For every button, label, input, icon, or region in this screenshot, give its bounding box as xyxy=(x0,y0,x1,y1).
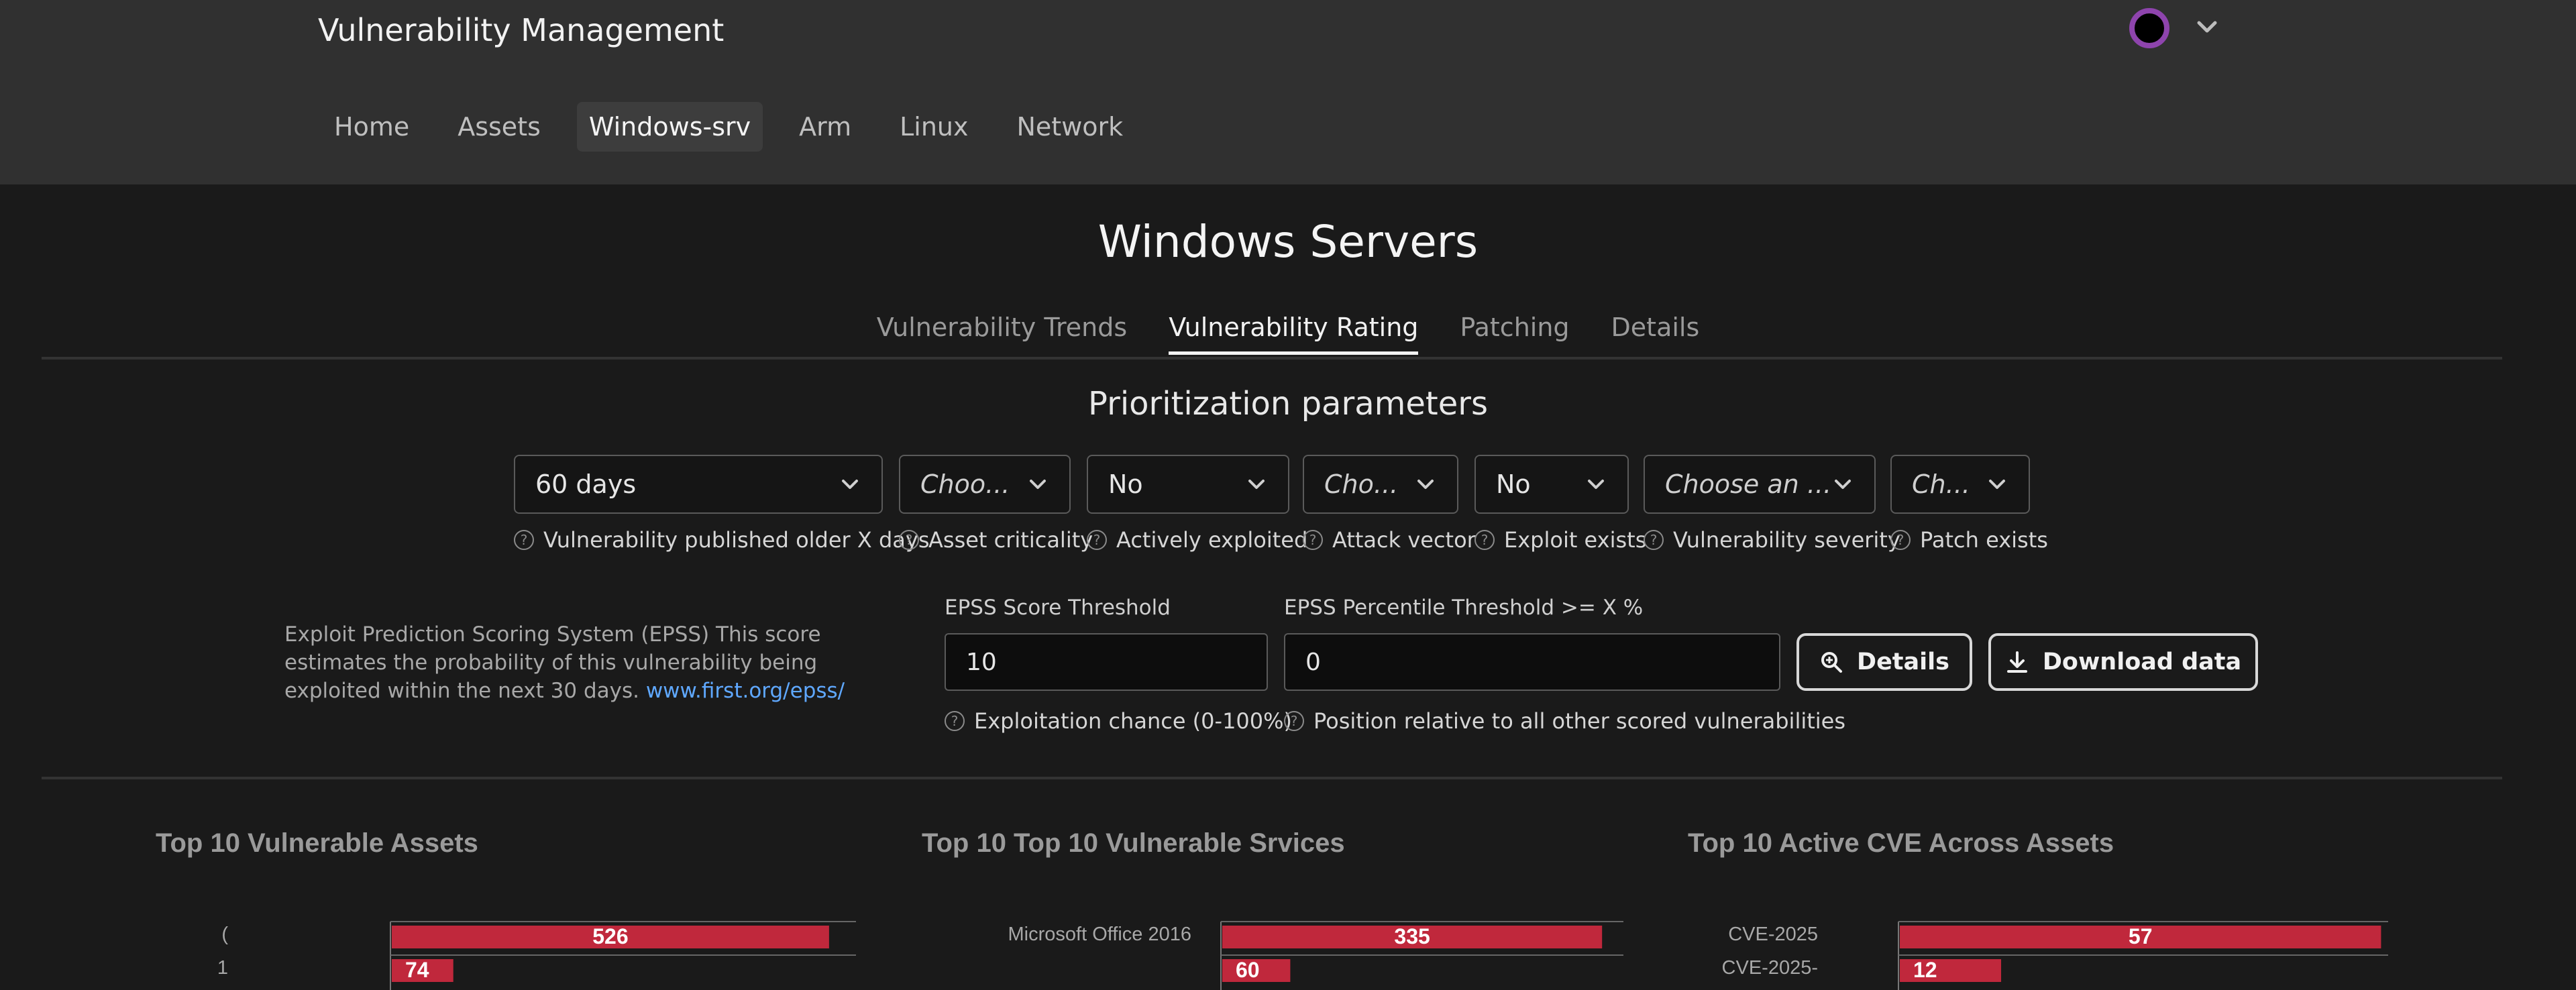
search-icon xyxy=(1821,652,1843,673)
nav-item-arm[interactable]: Arm xyxy=(787,102,863,152)
bar-value-label: 335 xyxy=(1394,924,1430,948)
sub-tabs: Vulnerability Trends Vulnerability Rating… xyxy=(0,313,2576,355)
chevron-down-icon xyxy=(842,480,858,489)
bar-value-label: 74 xyxy=(405,958,429,982)
epss-percentile-hint: ? Position relative to all other scored … xyxy=(1284,708,1845,734)
chevron-down-icon xyxy=(1248,480,1265,489)
exploit-exists-hint-text: Exploit exists xyxy=(1504,527,1647,553)
tab-details[interactable]: Details xyxy=(1611,313,1700,355)
chart-title-cve: Top 10 Active CVE Across Assets xyxy=(1688,828,2114,858)
published-days-value: 60 days xyxy=(535,470,637,499)
category-label: Microsoft Office 2016 xyxy=(1008,924,1191,945)
exploit-exists-select[interactable]: No xyxy=(1474,455,1629,514)
help-icon: ? xyxy=(1284,711,1304,731)
actively-exploited-select[interactable]: No xyxy=(1087,455,1289,514)
download-button-label: Download data xyxy=(2042,649,2242,675)
epss-score-hint: ? Exploitation chance (0-100%) xyxy=(945,708,1292,734)
download-data-button[interactable]: Download data xyxy=(1988,633,2258,691)
published-days-hint: ? Vulnerability published older X days xyxy=(514,527,930,553)
help-icon: ? xyxy=(1303,530,1323,550)
page-title: Windows Servers xyxy=(1097,216,1479,268)
vulnerability-severity-select[interactable]: Choose an ... xyxy=(1644,455,1876,514)
chart-title-assets: Top 10 Vulnerable Assets xyxy=(156,828,478,858)
chart-vulnerable-services: 335 Microsoft Office 2016 60 xyxy=(1008,921,1623,990)
asset-criticality-hint-text: Asset criticality xyxy=(928,527,1093,553)
avatar[interactable] xyxy=(2129,8,2169,48)
epss-score-hint-text: Exploitation chance (0-100%) xyxy=(974,708,1293,734)
chevron-down-icon[interactable] xyxy=(2194,13,2220,40)
actively-exploited-hint: ? Actively exploited xyxy=(1087,527,1307,553)
chevron-down-icon xyxy=(1030,480,1046,489)
exploit-exists-hint: ? Exploit exists xyxy=(1474,527,1646,553)
epss-percentile-label: EPSS Percentile Threshold >= X % xyxy=(1284,596,1644,620)
chevron-down-icon xyxy=(1588,480,1604,489)
chart-title-services: Top 10 Top 10 Vulnerable Srvices xyxy=(922,828,1345,858)
help-icon: ? xyxy=(1644,530,1664,550)
epss-percentile-hint-text: Position relative to all other scored vu… xyxy=(1313,708,1846,734)
published-days-select[interactable]: 60 days xyxy=(514,455,883,514)
asset-criticality-hint: ? Asset criticality xyxy=(899,527,1093,553)
details-button[interactable]: Details xyxy=(1796,633,1972,691)
nav-item-linux[interactable]: Linux xyxy=(888,102,980,152)
epss-percentile-input[interactable] xyxy=(1284,633,1780,691)
help-icon: ? xyxy=(1890,530,1911,550)
category-label: CVE-2025 xyxy=(1728,924,1818,945)
help-icon: ? xyxy=(945,711,965,731)
patch-exists-value: Ch... xyxy=(1912,470,1970,499)
bar-value-label: 60 xyxy=(1236,958,1260,982)
vulnerability-severity-hint-text: Vulnerability severity xyxy=(1673,527,1900,553)
attack-vector-select[interactable]: Cho... xyxy=(1303,455,1458,514)
category-label: ( xyxy=(221,924,228,945)
chart-active-cve: 57 CVE-2025 12 CVE-2025- xyxy=(1722,921,2388,990)
vulnerability-severity-value: Choose an ... xyxy=(1665,470,1831,499)
nav-item-network[interactable]: Network xyxy=(1005,102,1136,152)
asset-criticality-value: Choo... xyxy=(920,470,1010,499)
tab-vulnerability-rating[interactable]: Vulnerability Rating xyxy=(1169,313,1419,355)
asset-criticality-select[interactable]: Choo... xyxy=(899,455,1071,514)
published-days-hint-text: Vulnerability published older X days xyxy=(543,527,930,553)
help-icon: ? xyxy=(1087,530,1107,550)
bar-value-label: 57 xyxy=(2129,924,2153,948)
exploit-exists-value: No xyxy=(1496,470,1531,499)
epss-score-label: EPSS Score Threshold xyxy=(945,596,1171,620)
attack-vector-value: Cho... xyxy=(1324,470,1399,499)
epss-link[interactable]: www.first.org/epss/ xyxy=(646,679,845,703)
help-icon: ? xyxy=(899,530,919,550)
tab-vulnerability-trends[interactable]: Vulnerability Trends xyxy=(877,313,1128,355)
epss-description: Exploit Prediction Scoring System (EPSS)… xyxy=(284,620,902,705)
attack-vector-hint-text: Attack vector xyxy=(1332,527,1476,553)
category-label: 1 xyxy=(217,957,228,979)
chevron-down-icon xyxy=(1989,480,2005,489)
attack-vector-hint: ? Attack vector xyxy=(1303,527,1476,553)
patch-exists-hint: ? Patch exists xyxy=(1890,527,2048,553)
patch-exists-hint-text: Patch exists xyxy=(1920,527,2048,553)
chevron-down-icon xyxy=(1835,480,1851,489)
nav-item-assets[interactable]: Assets xyxy=(445,102,553,152)
nav-item-home[interactable]: Home xyxy=(322,102,421,152)
bar-value-label: 526 xyxy=(592,924,628,948)
bar-value-label: 12 xyxy=(1913,958,1937,982)
patch-exists-select[interactable]: Ch... xyxy=(1890,455,2030,514)
chart-vulnerable-assets: 526 (74 1 xyxy=(217,921,856,990)
actively-exploited-value: No xyxy=(1108,470,1143,499)
help-icon: ? xyxy=(514,530,534,550)
details-button-label: Details xyxy=(1857,649,1949,675)
epss-score-input[interactable] xyxy=(945,633,1268,691)
top-bar: Vulnerability Management Home Assets Windo… xyxy=(0,0,2576,184)
main-nav: Home Assets Windows-srv Arm Linux Network xyxy=(322,102,1135,152)
nav-item-windows-srv[interactable]: Windows-srv xyxy=(576,102,763,152)
chevron-down-icon xyxy=(1417,480,1434,489)
section-divider xyxy=(42,777,2502,779)
tabs-divider xyxy=(42,357,2502,360)
actively-exploited-hint-text: Actively exploited xyxy=(1116,527,1308,553)
vulnerability-severity-hint: ? Vulnerability severity xyxy=(1644,527,1900,553)
tab-patching[interactable]: Patching xyxy=(1460,313,1569,355)
help-icon: ? xyxy=(1474,530,1495,550)
section-title: Prioritization parameters xyxy=(1088,385,1488,423)
category-label: CVE-2025- xyxy=(1722,957,1818,979)
app-title: Vulnerability Management xyxy=(318,12,724,48)
download-icon xyxy=(2006,651,2027,673)
